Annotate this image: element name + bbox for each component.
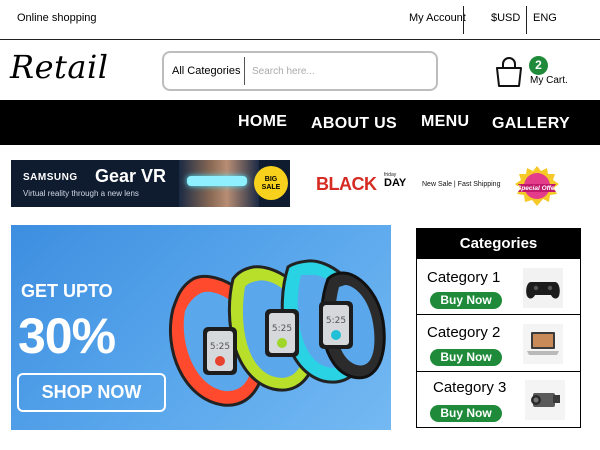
- watch-time: 5:25: [210, 342, 230, 352]
- day-text: DAY: [384, 177, 407, 189]
- categories-panel: Categories Category 1 Buy Now Category 2…: [416, 228, 581, 428]
- special-offer-badge[interactable]: Special Offer: [515, 166, 559, 206]
- categories-title: Categories: [417, 229, 580, 258]
- camcorder-icon: [525, 380, 565, 420]
- samsung-gear-vr-banner[interactable]: SAMSUNG Gear VR Virtual reality through …: [11, 160, 290, 207]
- category-name[interactable]: Category 1: [427, 269, 500, 286]
- category-name[interactable]: Category 3: [433, 379, 506, 396]
- category-name[interactable]: Category 2: [427, 324, 500, 341]
- banner-brand: SAMSUNG: [23, 172, 78, 183]
- banner-subtitle: Virtual reality through a new lens: [23, 189, 139, 198]
- category-row: Category 1 Buy Now: [417, 258, 580, 314]
- svg-text:Special Offer: Special Offer: [517, 185, 557, 192]
- language-selector[interactable]: ENG: [533, 12, 557, 24]
- vr-headset-icon: [187, 176, 247, 186]
- divider: [526, 6, 527, 34]
- hero-discount: 30%: [18, 308, 116, 364]
- nav-item-menu[interactable]: MENU: [421, 113, 469, 131]
- search-bar: All Categories: [162, 51, 438, 91]
- laptop-icon: [523, 324, 563, 364]
- nav-item-about-us[interactable]: ABOUT US: [311, 115, 397, 133]
- watch-time: 5:25: [326, 316, 346, 326]
- cart-count-badge: 2: [529, 56, 548, 75]
- category-row: Category 2 Buy Now: [417, 314, 580, 371]
- buy-now-button[interactable]: Buy Now: [430, 349, 502, 366]
- watch-time: 5:25: [272, 324, 292, 334]
- big-sale-badge: BIG SALE: [254, 166, 288, 200]
- nav-item-gallery[interactable]: GALLERY: [492, 115, 570, 133]
- divider: [244, 57, 245, 85]
- my-account-link[interactable]: My Account: [409, 12, 466, 24]
- hero-banner: GET UPTO 30% SHOP NOW 5:25 5:25 5:25: [11, 225, 391, 430]
- buy-now-button[interactable]: Buy Now: [430, 292, 502, 309]
- hero-get-upto: GET UPTO: [21, 281, 113, 301]
- top-bar: Online shopping My Account $USD ENG: [0, 0, 600, 40]
- nav-item-home[interactable]: HOME: [238, 113, 287, 131]
- site-name: Online shopping: [17, 12, 97, 24]
- search-category-select[interactable]: All Categories: [172, 65, 240, 77]
- search-input[interactable]: [252, 59, 430, 83]
- cart-label[interactable]: My Cart.: [530, 75, 568, 86]
- currency-selector[interactable]: $USD: [491, 12, 520, 24]
- gamepad-icon: [523, 268, 563, 308]
- shipping-text: New Sale | Fast Shipping: [422, 181, 501, 188]
- divider: [463, 6, 464, 34]
- black-text: BLACK: [316, 174, 377, 194]
- logo[interactable]: Retail: [10, 48, 108, 86]
- buy-now-button[interactable]: Buy Now: [430, 405, 502, 422]
- smartwatch-bands-image: 5:25 5:25 5:25: [168, 259, 386, 407]
- banner-title: Gear VR: [95, 166, 167, 186]
- category-row: Category 3 Buy Now: [417, 371, 580, 428]
- cart-icon[interactable]: [493, 56, 525, 88]
- main-nav: HOME ABOUT US MENU GALLERY: [0, 100, 600, 145]
- shop-now-button[interactable]: SHOP NOW: [17, 373, 166, 412]
